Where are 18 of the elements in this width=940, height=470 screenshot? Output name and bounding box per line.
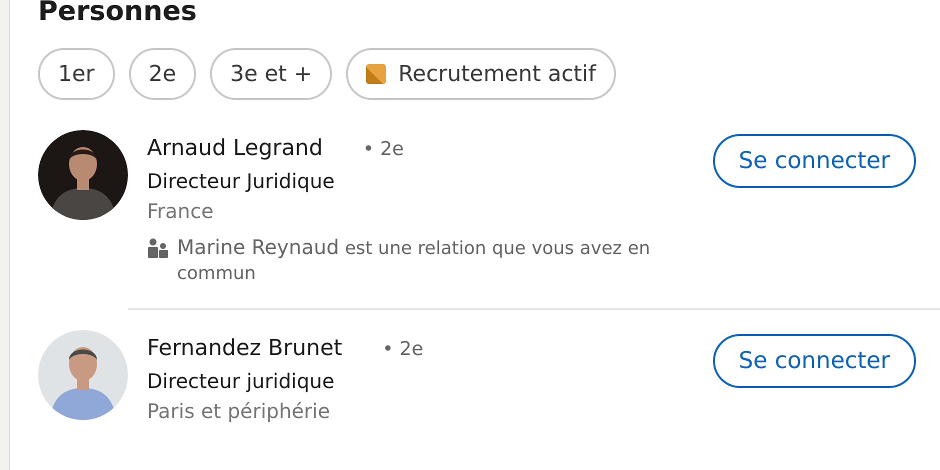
person-headline: Directeur juridique — [147, 369, 336, 393]
people-icon — [147, 238, 169, 258]
person-headline: Directeur Juridique — [147, 169, 336, 193]
person-location: France — [147, 199, 215, 223]
filter-chip[interactable]: 3e et + — [210, 48, 332, 100]
connect-button[interactable]: Se connecter — [712, 134, 916, 188]
person-name[interactable]: Arnaud Legrand — [147, 136, 323, 161]
person-location: Paris et périphérie — [147, 399, 332, 423]
filter-chip[interactable]: 1er — [38, 48, 115, 100]
connection-degree: • 2e — [382, 338, 424, 360]
connect-button[interactable]: Se connecter — [712, 334, 916, 388]
section-title: Personnes — [38, 0, 198, 29]
person-name[interactable]: Fernandez Brunet — [147, 336, 342, 361]
badge-icon — [366, 64, 386, 84]
filter-chip[interactable]: 2e — [128, 48, 196, 100]
mutual-connection-text: Marine Reynaud est une relation que vous avez en commun — [177, 235, 652, 286]
filter-chip[interactable]: Recrutement actif — [346, 48, 616, 100]
connection-degree: • 2e — [362, 138, 404, 160]
